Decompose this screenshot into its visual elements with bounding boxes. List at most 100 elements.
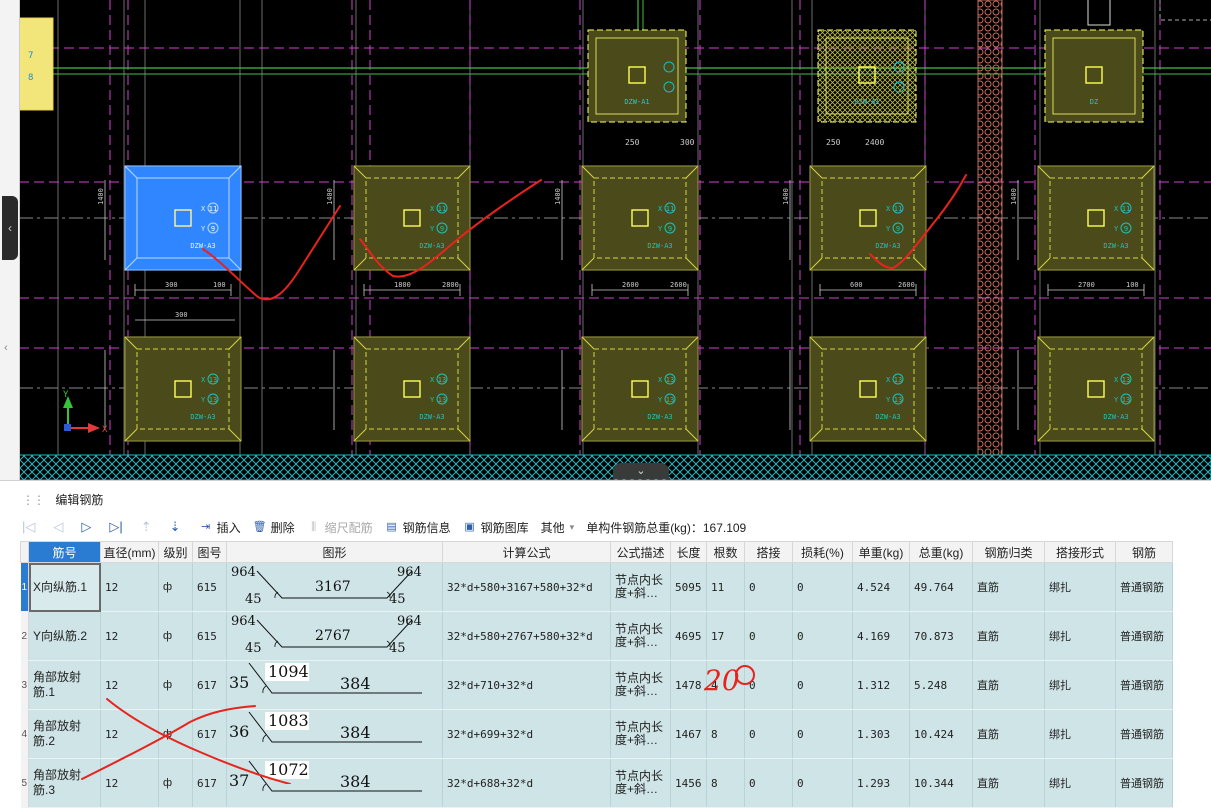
unit-weight-cell[interactable]: 1.312 (852, 660, 910, 710)
loss-cell[interactable]: 0 (792, 611, 853, 661)
category-cell[interactable]: 直筋 (972, 758, 1045, 808)
length-cell[interactable]: 5095 (670, 562, 707, 612)
col-header[interactable]: 公式描述 (610, 541, 671, 563)
formula-cell[interactable]: 32*d+580+3167+580+32*d (442, 562, 611, 612)
col-header[interactable]: 单重(kg) (852, 541, 910, 563)
count-cell[interactable]: 8 (706, 758, 745, 808)
scale-rebar-button[interactable]: ⫼ 缩尺配筋 (307, 519, 373, 536)
diameter-cell[interactable]: 12 (100, 758, 159, 808)
row-number[interactable]: 5 (20, 758, 29, 808)
col-header[interactable]: 图形 (226, 541, 443, 563)
col-header[interactable]: 总重(kg) (909, 541, 973, 563)
total-weight-cell[interactable]: 5.248 (909, 660, 973, 710)
diameter-cell[interactable]: 12 (100, 611, 159, 661)
table-row[interactable]: 2 Y向纵筋.2 12 ф 615 964 45 2767 964 45 32*d+580+2767… (20, 611, 1173, 661)
lap-cell[interactable]: 0 (744, 611, 793, 661)
unit-weight-cell[interactable]: 4.524 (852, 562, 910, 612)
count-cell[interactable]: 8 (706, 709, 745, 759)
drag-grip-icon[interactable]: ⋮⋮ (22, 493, 45, 507)
col-header[interactable]: 级别 (158, 541, 193, 563)
formula-cell[interactable]: 32*d+710+32*d (442, 660, 611, 710)
figure-number-cell[interactable]: 617 (192, 758, 227, 808)
loss-cell[interactable]: 0 (792, 660, 853, 710)
grade-cell[interactable]: ф (158, 709, 193, 759)
unit-weight-cell[interactable]: 1.293 (852, 758, 910, 808)
count-cell[interactable]: 17 (706, 611, 745, 661)
rebar-name-cell[interactable]: X向纵筋.1 (28, 562, 101, 612)
table-row[interactable]: 1 X向纵筋.1 12 ф 615 964 45 3167 964 45 32*d+580+3167… (20, 562, 1173, 612)
category-cell[interactable]: 直筋 (972, 611, 1045, 661)
lap-cell[interactable]: 0 (744, 660, 793, 710)
unit-weight-cell[interactable]: 4.169 (852, 611, 910, 661)
rebar-type-cell[interactable]: 普通钢筋 (1115, 611, 1173, 661)
insert-button[interactable]: ⇥ 插入 (199, 519, 241, 536)
lap-form-cell[interactable]: 绑扎 (1044, 758, 1116, 808)
count-cell[interactable]: 4 (706, 660, 745, 710)
figure-number-cell[interactable]: 615 (192, 562, 227, 612)
col-header[interactable]: 钢筋归类 (972, 541, 1045, 563)
formula-cell[interactable]: 32*d+699+32*d (442, 709, 611, 759)
table-row[interactable]: 4 角部放射筋.2 12 ф 617 36 1083 384 32*d+699+32*d 节点内长… (20, 709, 1173, 759)
figure-number-cell[interactable]: 617 (192, 709, 227, 759)
total-weight-cell[interactable]: 10.344 (909, 758, 973, 808)
row-number[interactable]: 4 (20, 709, 29, 759)
col-header[interactable]: 根数 (706, 541, 745, 563)
col-header[interactable]: 搭接 (744, 541, 793, 563)
grade-cell[interactable]: ф (158, 562, 193, 612)
loss-cell[interactable]: 0 (792, 758, 853, 808)
length-cell[interactable]: 4695 (670, 611, 707, 661)
lap-form-cell[interactable]: 绑扎 (1044, 709, 1116, 759)
shape-cell[interactable]: 35 1094 384 (226, 660, 443, 710)
lap-cell[interactable]: 0 (744, 758, 793, 808)
row-number[interactable]: 2 (20, 611, 29, 661)
grade-cell[interactable]: ф (158, 660, 193, 710)
total-weight-cell[interactable]: 49.764 (909, 562, 973, 612)
shape-cell[interactable]: 964 45 2767 964 45 (226, 611, 443, 661)
move-up-icon[interactable]: ⇡ (141, 519, 152, 535)
table-row[interactable]: 5 角部放射筋.3 12 ф 617 37 1072 384 32*d+688+32*d 节点内长… (20, 758, 1173, 808)
shape-cell[interactable]: 37 1072 384 (226, 758, 443, 808)
category-cell[interactable]: 直筋 (972, 562, 1045, 612)
rebar-name-cell[interactable]: 角部放射筋.3 (28, 758, 101, 808)
lap-cell[interactable]: 0 (744, 709, 793, 759)
rebar-name-cell[interactable]: Y向纵筋.2 (28, 611, 101, 661)
lap-form-cell[interactable]: 绑扎 (1044, 660, 1116, 710)
grade-cell[interactable]: ф (158, 611, 193, 661)
row-number[interactable]: 3 (20, 660, 29, 710)
next-record-icon[interactable]: ▷ (81, 519, 91, 535)
lap-cell[interactable]: 0 (744, 562, 793, 612)
diameter-cell[interactable]: 12 (100, 709, 159, 759)
length-cell[interactable]: 1467 (670, 709, 707, 759)
col-header[interactable]: 损耗(%) (792, 541, 853, 563)
shape-cell[interactable]: 36 1083 384 (226, 709, 443, 759)
col-header[interactable]: 搭接形式 (1044, 541, 1116, 563)
expand-left-panel-button[interactable]: ‹ (2, 196, 18, 260)
loss-cell[interactable]: 0 (792, 562, 853, 612)
rebar-name-cell[interactable]: 角部放射筋.2 (28, 709, 101, 759)
col-header[interactable]: 计算公式 (442, 541, 611, 563)
diameter-cell[interactable]: 12 (100, 660, 159, 710)
category-cell[interactable]: 直筋 (972, 660, 1045, 710)
rebar-type-cell[interactable]: 普通钢筋 (1115, 709, 1173, 759)
formula-cell[interactable]: 32*d+688+32*d (442, 758, 611, 808)
collapse-panel-button[interactable]: ⌄ (613, 463, 669, 479)
rebar-type-cell[interactable]: 普通钢筋 (1115, 660, 1173, 710)
col-header[interactable]: 筋号 (28, 541, 101, 563)
formula-cell[interactable]: 32*d+580+2767+580+32*d (442, 611, 611, 661)
length-cell[interactable]: 1478 (670, 660, 707, 710)
lap-form-cell[interactable]: 绑扎 (1044, 562, 1116, 612)
diameter-cell[interactable]: 12 (100, 562, 159, 612)
row-number[interactable]: 1 (20, 562, 29, 612)
category-cell[interactable]: 直筋 (972, 709, 1045, 759)
formula-desc-cell[interactable]: 节点内长度+斜… (610, 660, 671, 710)
col-header[interactable]: 图号 (192, 541, 227, 563)
lap-form-cell[interactable]: 绑扎 (1044, 611, 1116, 661)
length-cell[interactable]: 1456 (670, 758, 707, 808)
chevron-left-icon[interactable]: ‹ (4, 342, 8, 354)
last-record-icon[interactable]: ▷| (109, 519, 122, 535)
rebar-type-cell[interactable]: 普通钢筋 (1115, 758, 1173, 808)
delete-button[interactable]: 🗑 删除 (253, 519, 295, 536)
other-menu-button[interactable]: 其他 ▾ (541, 519, 575, 536)
count-cell[interactable]: 11 (706, 562, 745, 612)
col-header[interactable]: 直径(mm) (100, 541, 159, 563)
